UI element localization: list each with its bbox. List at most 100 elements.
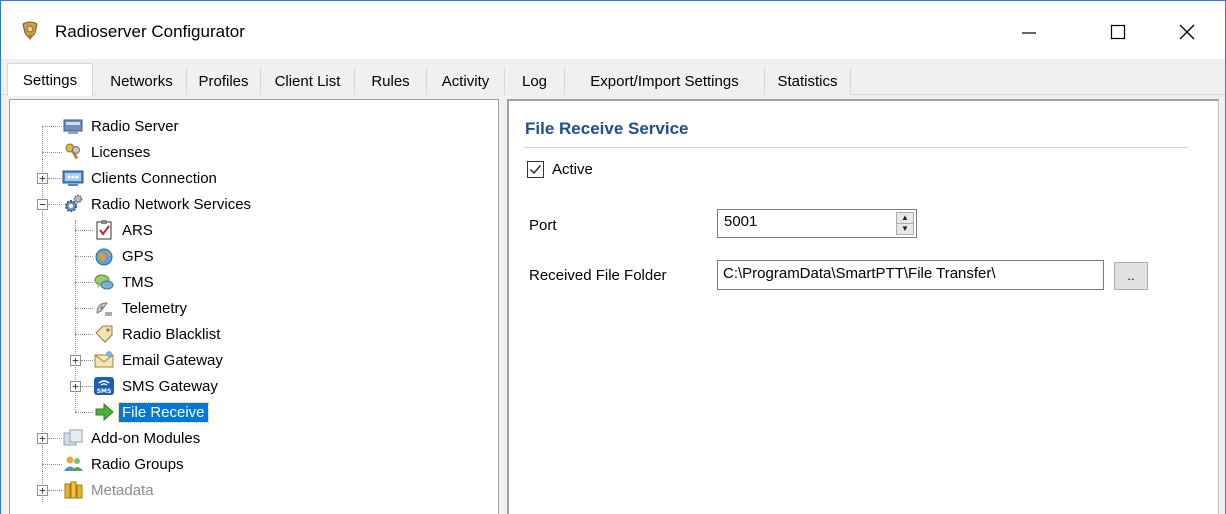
tree-connector <box>48 438 62 439</box>
tree-item-radio-blacklist[interactable]: Radio Blacklist <box>93 321 223 347</box>
tree-item-label: File Receive <box>118 401 209 423</box>
tree-connector <box>42 152 62 153</box>
settings-tree[interactable]: + − + + + + Radio Server Licenses Client… <box>9 99 499 514</box>
tree-connector <box>75 334 93 335</box>
arrow-right-icon <box>93 401 115 423</box>
tab-client-list[interactable]: Client List <box>261 67 355 95</box>
maximize-button[interactable] <box>1095 15 1141 49</box>
tab-activity[interactable]: Activity <box>427 67 505 95</box>
tree-item-clients-connection[interactable]: Clients Connection <box>62 165 220 191</box>
expand-add-on-modules[interactable]: + <box>37 433 48 444</box>
tree-connector <box>48 178 62 179</box>
satellite-icon <box>93 297 115 319</box>
browse-folder-button[interactable]: .. <box>1114 262 1148 290</box>
tree-item-file-receive[interactable]: File Receive <box>93 399 209 425</box>
tree-item-email-gateway[interactable]: Email Gateway <box>93 347 226 373</box>
svg-text:SMS: SMS <box>97 388 112 395</box>
content-area: + − + + + + Radio Server Licenses Client… <box>1 95 1225 514</box>
network-icon <box>62 167 84 189</box>
expand-clients-connection[interactable]: + <box>37 173 48 184</box>
tree-connector <box>75 308 93 309</box>
tree-connector <box>81 386 93 387</box>
tree-connector <box>75 256 93 257</box>
tree-item-label: Radio Server <box>91 117 179 135</box>
close-icon <box>1179 24 1195 40</box>
gears-icon <box>62 193 84 215</box>
window-title: Radioserver Configurator <box>55 22 245 41</box>
tab-log[interactable]: Log <box>505 67 565 95</box>
tree-connector <box>48 204 62 205</box>
port-label: Port <box>529 217 557 234</box>
active-checkbox[interactable] <box>527 161 544 178</box>
modules-icon <box>62 427 84 449</box>
panel-splitter[interactable] <box>499 99 507 514</box>
tree-item-label: Licenses <box>91 143 151 161</box>
tree-item-label: Metadata <box>91 481 154 499</box>
tree-item-label: Add-on Modules <box>91 429 201 447</box>
tab-settings[interactable]: Settings <box>7 63 93 96</box>
minimize-icon <box>1022 32 1036 34</box>
section-divider <box>523 147 1189 148</box>
port-input[interactable]: 5001 ▲ ▼ <box>717 209 917 238</box>
tree-item-label: Radio Network Services <box>91 195 252 213</box>
app-icon <box>19 21 41 43</box>
tab-export-import-settings[interactable]: Export/Import Settings <box>565 67 765 95</box>
section-title: File Receive Service <box>525 119 689 138</box>
globe-icon <box>93 245 115 267</box>
tree-item-label: SMS Gateway <box>122 377 218 395</box>
database-icon <box>62 479 84 501</box>
expand-metadata[interactable]: + <box>37 485 48 496</box>
keys-icon <box>62 141 84 163</box>
tree-item-tms[interactable]: TMS <box>93 269 157 295</box>
spin-up-icon[interactable]: ▲ <box>897 213 913 224</box>
tree-connector <box>42 126 62 127</box>
tree-connector <box>75 230 93 231</box>
tree-item-radio-groups[interactable]: Radio Groups <box>62 451 187 477</box>
port-spinner[interactable]: ▲ ▼ <box>896 212 914 235</box>
tree-item-licenses[interactable]: Licenses <box>62 139 153 165</box>
port-value: 5001 <box>724 213 758 230</box>
tree-item-ars[interactable]: ARS <box>93 217 156 243</box>
sms-icon: SMS <box>93 375 115 397</box>
chat-icon <box>93 271 115 293</box>
tree-item-label: ARS <box>122 221 153 239</box>
title-bar: Radioserver Configurator <box>1 1 1225 59</box>
tree-connector <box>81 360 93 361</box>
expand-email-gateway[interactable]: + <box>70 355 81 366</box>
tree-item-label: Email Gateway <box>122 351 223 369</box>
tree-item-label: GPS <box>122 247 154 265</box>
minimize-button[interactable] <box>1006 15 1052 49</box>
file-receive-service-panel: File Receive Service Active Port 5001 ▲ … <box>507 99 1219 514</box>
envelope-icon <box>93 349 115 371</box>
tree-item-label: Radio Blacklist <box>122 325 221 343</box>
maximize-icon <box>1110 24 1126 40</box>
close-button[interactable] <box>1164 15 1210 49</box>
tab-statistics[interactable]: Statistics <box>765 67 851 95</box>
tree-connector <box>75 282 93 283</box>
tree-item-telemetry[interactable]: Telemetry <box>93 295 190 321</box>
tree-item-label: Telemetry <box>122 299 188 317</box>
collapse-radio-network-services[interactable]: − <box>37 199 48 210</box>
received-file-folder-input[interactable]: C:\ProgramData\SmartPTT\File Transfer\ <box>717 260 1104 290</box>
tree-item-radio-server[interactable]: Radio Server <box>62 113 182 139</box>
app-window: Radioserver Configurator Settings Networ… <box>0 0 1226 514</box>
tree-item-radio-network-services[interactable]: Radio Network Services <box>62 191 254 217</box>
checkmark-icon <box>530 165 542 175</box>
tab-profiles[interactable]: Profiles <box>187 67 261 95</box>
tree-item-gps[interactable]: GPS <box>93 243 157 269</box>
tree-item-label: Radio Groups <box>91 455 184 473</box>
active-label: Active <box>552 161 593 178</box>
tree-item-label: TMS <box>122 273 154 291</box>
tree-item-add-on-modules[interactable]: Add-on Modules <box>62 425 203 451</box>
spin-down-icon[interactable]: ▼ <box>897 224 913 234</box>
tree-item-sms-gateway[interactable]: SMS SMS Gateway <box>93 373 221 399</box>
tree-connector <box>75 412 93 413</box>
tab-bar: Settings Networks Profiles Client List R… <box>1 59 1225 96</box>
tree-item-label: Clients Connection <box>91 169 217 187</box>
expand-sms-gateway[interactable]: + <box>70 381 81 392</box>
active-checkbox-row[interactable]: Active <box>527 161 593 178</box>
tree-item-metadata[interactable]: Metadata <box>62 477 157 503</box>
tab-rules[interactable]: Rules <box>355 67 427 95</box>
tab-networks[interactable]: Networks <box>97 67 187 95</box>
server-icon <box>62 115 84 137</box>
